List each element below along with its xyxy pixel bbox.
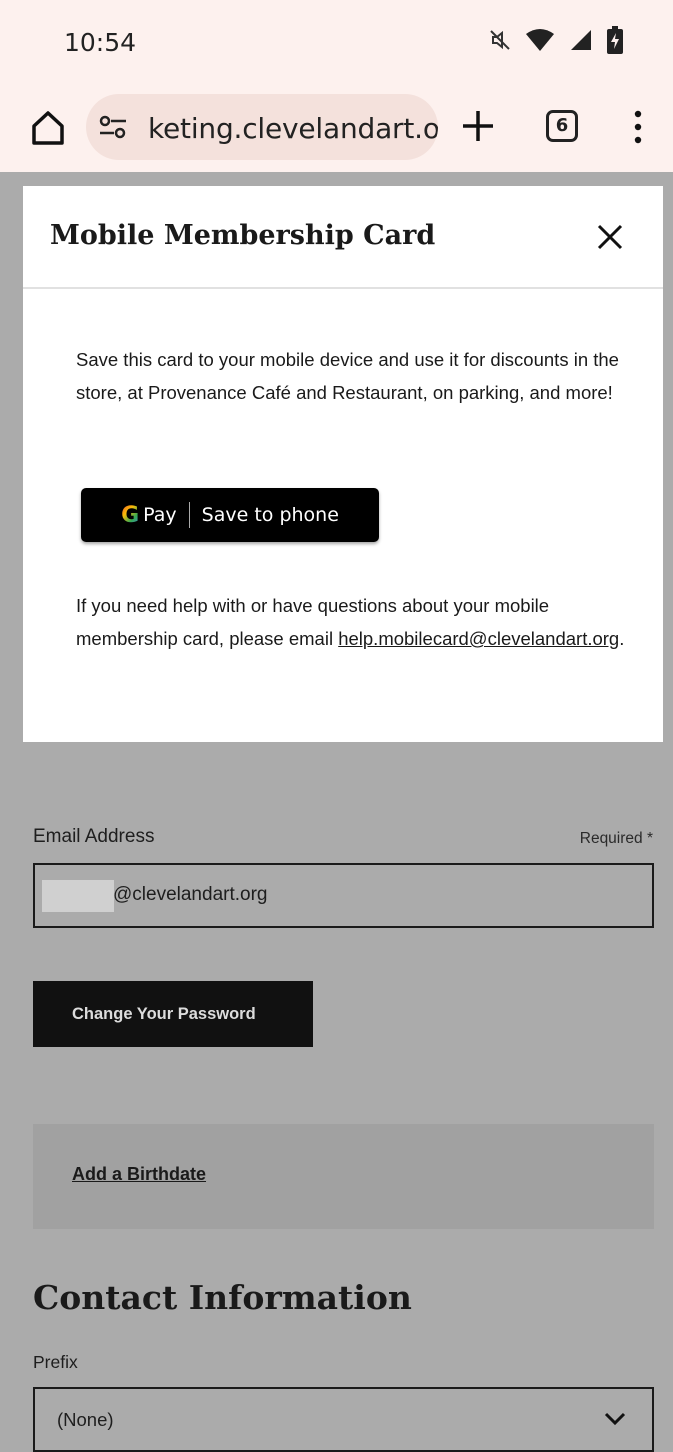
modal-description: Save this card to your mobile device and… [76, 349, 619, 403]
google-g-icon: G [121, 502, 140, 528]
add-birthdate-link[interactable]: Add a Birthdate [72, 1164, 206, 1185]
gpay-divider [188, 502, 190, 528]
overflow-menu-icon[interactable] [626, 108, 650, 146]
home-icon[interactable] [30, 108, 66, 148]
help-email-link[interactable]: help.mobilecard@clevelandart.org [338, 628, 619, 649]
signal-icon [569, 28, 593, 57]
gpay-brand-label: Pay [143, 504, 177, 526]
modal-help-text: If you need help with or have questions … [76, 589, 636, 655]
chevron-down-icon [604, 1411, 626, 1427]
change-password-button[interactable]: Change Your Password [33, 981, 313, 1047]
prefix-label: Prefix [33, 1352, 78, 1372]
battery-charging-icon [607, 26, 623, 59]
tab-switcher-button[interactable]: 6 [546, 110, 578, 142]
status-icons [489, 26, 623, 59]
wifi-icon [525, 28, 555, 57]
address-bar[interactable]: keting.clevelandart.org [86, 94, 438, 160]
email-value: @clevelandart.org [113, 884, 268, 905]
save-to-google-pay-button[interactable]: G Pay Save to phone [81, 488, 379, 542]
prefix-select[interactable]: (None) [33, 1387, 654, 1452]
required-indicator: Required * [579, 830, 653, 847]
mute-icon [489, 29, 511, 56]
help-suffix: . [619, 628, 625, 649]
membership-card-modal: Mobile Membership Card Save this card to… [23, 186, 663, 742]
gpay-action-label: Save to phone [201, 504, 339, 526]
modal-header: Mobile Membership Card [23, 186, 663, 289]
site-settings-icon[interactable] [98, 114, 128, 140]
new-tab-icon[interactable] [460, 108, 496, 144]
email-label: Email Address [33, 826, 155, 847]
status-bar: 10:54 [0, 0, 673, 86]
redacted-area [42, 880, 114, 912]
close-icon[interactable] [595, 222, 625, 252]
modal-title: Mobile Membership Card [50, 220, 436, 251]
status-time: 10:54 [64, 28, 137, 57]
email-field[interactable]: @clevelandart.org [33, 863, 654, 928]
birthdate-section: Add a Birthdate [33, 1124, 654, 1229]
browser-toolbar: keting.clevelandart.org 6 [0, 86, 673, 172]
prefix-selected-value: (None) [57, 1409, 114, 1430]
url-text: keting.clevelandart.org [148, 112, 438, 145]
contact-information-heading: Contact Information [33, 1278, 412, 1317]
